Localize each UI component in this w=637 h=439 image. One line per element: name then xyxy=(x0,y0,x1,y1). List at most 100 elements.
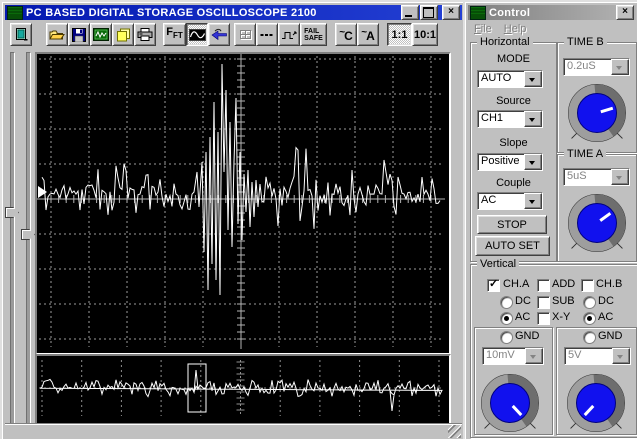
toolbar-button-waveform-view[interactable] xyxy=(186,23,208,46)
close-button[interactable]: × xyxy=(442,5,460,20)
floppy-disk-icon xyxy=(72,28,86,42)
xy-checkbox[interactable] xyxy=(537,312,550,325)
sub-checkbox-label: SUB xyxy=(552,295,575,308)
trigger-marker[interactable] xyxy=(38,186,47,198)
menu-file[interactable]: File xyxy=(468,23,498,35)
time-b-value: 0.2uS xyxy=(564,59,611,75)
source-label: Source xyxy=(471,95,556,107)
couple-combo[interactable]: AC xyxy=(477,192,543,210)
fft-label: FFT xyxy=(166,27,183,41)
chb-dc-label: DC xyxy=(598,295,614,308)
chb-range-value: 5V xyxy=(565,348,612,364)
scope-screen-icon xyxy=(93,28,109,41)
printer-icon xyxy=(137,28,153,41)
source-value: CH1 xyxy=(478,111,524,127)
cal-c-label: ~C xyxy=(339,27,353,43)
blue-arrow-icon xyxy=(211,28,228,41)
exit-door-icon xyxy=(13,27,29,42)
auto-set-button[interactable]: AUTO SET xyxy=(475,236,550,256)
toolbar-button-print[interactable] xyxy=(134,23,156,46)
dotted-line-icon xyxy=(259,29,275,41)
cha-checkbox[interactable] xyxy=(487,279,500,292)
chevron-down-icon xyxy=(525,348,543,364)
add-checkbox[interactable] xyxy=(537,279,550,292)
resize-grip[interactable] xyxy=(448,425,461,438)
chb-checkbox-label: CH.B xyxy=(596,278,622,291)
chevron-down-icon[interactable] xyxy=(524,154,542,170)
cha-range-value: 10mV xyxy=(483,348,525,364)
overview-display[interactable] xyxy=(35,354,451,426)
time-a-knob[interactable] xyxy=(560,186,634,260)
notes-icon xyxy=(116,28,131,42)
mode-combo[interactable]: AUTO xyxy=(477,70,543,88)
slider-thumb-b[interactable] xyxy=(21,229,35,240)
cha-ac-radio[interactable] xyxy=(500,312,513,325)
toolbar: FFT FAILSAFE ~C~A 1:1 10:1 xyxy=(4,21,463,50)
stop-button[interactable]: STOP xyxy=(477,215,547,234)
time-a-combo[interactable]: 5uS xyxy=(563,168,630,186)
mode-label: MODE xyxy=(471,53,556,65)
toolbar-button-display[interactable] xyxy=(90,23,112,46)
close-icon: × xyxy=(443,6,459,18)
cha-gnd-radio[interactable] xyxy=(500,331,513,344)
cha-gain-knob[interactable] xyxy=(473,366,547,439)
toolbar-button-step-trigger[interactable] xyxy=(278,23,300,46)
toolbar-button-cal-c[interactable]: ~C xyxy=(335,23,357,46)
maximize-button[interactable] xyxy=(420,5,438,20)
source-combo[interactable]: CH1 xyxy=(477,110,543,128)
slope-combo[interactable]: Positive xyxy=(477,153,543,171)
chevron-down-icon[interactable] xyxy=(524,111,542,127)
menu-help[interactable]: Help xyxy=(498,23,533,35)
main-titlebar: PC BASED DIGITAL STORAGE OSCILLOSCOPE 21… xyxy=(5,5,462,20)
couple-value: AC xyxy=(478,193,524,209)
chb-gnd-radio[interactable] xyxy=(583,331,596,344)
cha-dc-radio[interactable] xyxy=(500,296,513,309)
toolbar-button-open[interactable] xyxy=(46,23,68,46)
sine-screen-icon xyxy=(189,29,206,41)
control-titlebar: Control × xyxy=(468,5,636,20)
vertical-position-slider-b[interactable] xyxy=(26,52,31,438)
toolbar-button-probe-10-1[interactable]: 10:1 xyxy=(412,23,438,46)
toolbar-button-persistence[interactable] xyxy=(256,23,278,46)
control-window-title: Control xyxy=(489,7,530,19)
slope-value: Positive xyxy=(478,154,524,170)
toolbar-button-fail-safe[interactable]: FAILSAFE xyxy=(300,23,327,46)
menubar: File Help xyxy=(468,21,636,36)
minimize-button[interactable] xyxy=(401,5,419,20)
time-b-combo[interactable]: 0.2uS xyxy=(563,58,630,76)
slider-thumb-a[interactable] xyxy=(5,207,19,218)
sub-checkbox[interactable] xyxy=(537,296,550,309)
time-b-knob[interactable] xyxy=(560,76,634,150)
add-checkbox-label: ADD xyxy=(552,278,575,291)
chevron-down-icon[interactable] xyxy=(524,71,542,87)
vertical-position-slider-a[interactable] xyxy=(10,52,15,438)
chevron-down-icon[interactable] xyxy=(524,193,542,209)
main-window-title: PC BASED DIGITAL STORAGE OSCILLOSCOPE 21… xyxy=(26,7,317,19)
time-a-group: TIME A 5uS xyxy=(557,154,637,262)
probe-1-1-label: 1:1 xyxy=(392,29,408,41)
toolbar-button-copy[interactable] xyxy=(112,23,134,46)
toolbar-button-exit[interactable] xyxy=(10,23,32,46)
toolbar-button-fft[interactable]: FFT xyxy=(163,23,186,46)
chb-checkbox[interactable] xyxy=(581,279,594,292)
chb-range-combo[interactable]: 5V xyxy=(564,347,631,365)
maximize-icon xyxy=(423,7,434,18)
status-bar xyxy=(5,423,462,439)
chb-gnd-label: GND xyxy=(598,330,622,343)
toolbar-button-replay[interactable] xyxy=(208,23,230,46)
cha-range-combo[interactable]: 10mV xyxy=(482,347,544,365)
cha-ac-label: AC xyxy=(515,311,530,324)
step-wave-icon xyxy=(281,29,297,41)
chb-ac-radio[interactable] xyxy=(583,312,596,325)
toolbar-button-probe-1-1[interactable]: 1:1 xyxy=(387,23,412,46)
overview-canvas xyxy=(37,356,445,420)
toolbar-button-cal-a[interactable]: ~A xyxy=(357,23,379,46)
chb-gain-knob[interactable] xyxy=(559,366,633,439)
toolbar-button-grid xyxy=(234,23,256,46)
toolbar-button-save[interactable] xyxy=(68,23,90,46)
chb-dc-radio[interactable] xyxy=(583,296,596,309)
control-close-button[interactable]: × xyxy=(616,5,634,20)
xy-checkbox-label: X-Y xyxy=(552,311,570,324)
app-icon xyxy=(7,6,23,20)
horizontal-group: Horizontal MODE AUTO Source CH1 Slope Po… xyxy=(470,42,557,262)
